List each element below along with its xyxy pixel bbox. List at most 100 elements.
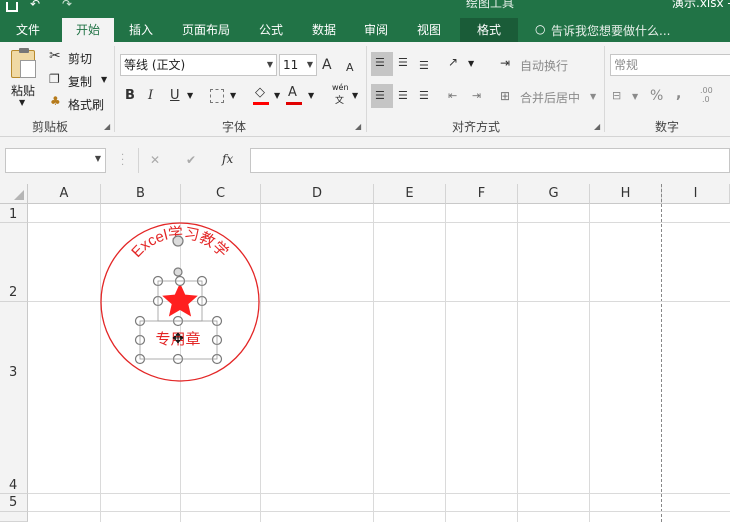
paste-icon[interactable] — [11, 48, 36, 78]
tab-format[interactable]: 格式 — [460, 18, 518, 42]
cut-button[interactable]: 剪切 — [68, 50, 92, 67]
col-header-c[interactable]: C — [181, 184, 261, 204]
underline-dropdown-icon[interactable]: ▼ — [187, 91, 193, 100]
scissors-icon[interactable]: ✂ — [49, 47, 61, 65]
copy-button[interactable]: 复制 — [68, 73, 92, 90]
enter-icon[interactable]: ✔ — [186, 153, 196, 167]
borders-dropdown-icon[interactable]: ▼ — [230, 91, 236, 100]
font-color-dropdown-icon[interactable]: ▼ — [308, 91, 314, 100]
font-color-swatch — [286, 102, 302, 105]
increase-decimal-button[interactable]: .00 — [700, 86, 713, 95]
undo-icon[interactable]: ↶ — [30, 0, 40, 11]
ribbon-home: 粘贴 ▼ ✂ 剪切 ❐ 复制 ▼ ♣ 格式刷 剪贴板 ◢ 等线 (正文) ▼ 11… — [0, 42, 730, 137]
orientation-icon[interactable]: ↗ — [448, 53, 458, 71]
font-size-select[interactable]: 11 ▼ — [279, 54, 317, 76]
format-painter-button[interactable]: 格式刷 — [68, 96, 104, 113]
grow-font-icon[interactable]: A — [322, 56, 332, 74]
underline-button[interactable]: U — [170, 87, 180, 105]
redo-icon[interactable]: ↷ — [62, 0, 72, 11]
font-color-icon[interactable]: A — [288, 84, 297, 102]
fill-color-dropdown-icon[interactable]: ▼ — [274, 91, 280, 100]
accounting-dropdown-icon[interactable]: ▼ — [632, 92, 638, 101]
tab-data[interactable]: 数据 — [302, 18, 346, 42]
italic-button[interactable]: I — [148, 87, 153, 105]
font-name-select[interactable]: 等线 (正文) ▼ — [120, 54, 277, 76]
row-header-1[interactable]: 1 — [0, 204, 28, 223]
select-all-corner[interactable] — [0, 184, 28, 204]
fill-color-icon[interactable]: ◇ — [255, 84, 265, 102]
alignment-launcher-icon[interactable]: ◢ — [594, 122, 600, 131]
align-center-icon[interactable]: ☰ — [398, 87, 408, 105]
contextual-tools-label: 绘图工具 — [466, 0, 515, 10]
percent-button[interactable]: % — [650, 88, 663, 104]
tab-insert[interactable]: 插入 — [118, 18, 164, 42]
formula-bar: ▼ · · · ✕ ✔ fx — [0, 137, 730, 184]
merge-center-button[interactable]: 合并后居中 — [520, 89, 580, 106]
tell-me-search[interactable]: 告诉我您想要做什么... — [551, 22, 670, 39]
paste-button[interactable]: 粘贴 — [11, 82, 35, 99]
name-box-dropdown-icon[interactable]: ▼ — [95, 154, 101, 163]
col-header-f[interactable]: F — [446, 184, 518, 204]
app-icon — [6, 2, 18, 12]
tab-formulas[interactable]: 公式 — [248, 18, 294, 42]
tab-page-layout[interactable]: 页面布局 — [172, 18, 240, 42]
font-group-label: 字体 — [222, 120, 247, 134]
col-header-h[interactable]: H — [590, 184, 662, 204]
accounting-icon[interactable]: ⊟ — [612, 87, 621, 105]
font-launcher-icon[interactable]: ◢ — [355, 122, 361, 131]
merge-center-icon[interactable]: ⊞ — [500, 87, 510, 105]
copy-dropdown-icon[interactable]: ▼ — [101, 75, 107, 84]
align-middle-icon[interactable]: ☰ — [398, 54, 408, 72]
font-name-value: 等线 (正文) — [124, 58, 186, 72]
cancel-icon[interactable]: ✕ — [150, 153, 160, 167]
name-box[interactable]: ▼ — [5, 148, 106, 173]
shrink-font-icon[interactable]: A — [346, 59, 354, 77]
orientation-dropdown-icon[interactable]: ▼ — [468, 59, 474, 68]
borders-icon[interactable] — [210, 89, 224, 103]
tab-view[interactable]: 视图 — [406, 18, 452, 42]
number-group-label: 数字 — [655, 120, 680, 134]
tab-home[interactable]: 开始 — [62, 18, 114, 42]
decrease-indent-icon[interactable]: ⇤ — [448, 87, 457, 105]
clipboard-group-label: 剪贴板 — [32, 120, 69, 134]
align-right-icon[interactable]: ☰ — [419, 87, 429, 105]
wrap-text-icon[interactable]: ⇥ — [500, 54, 510, 72]
align-bottom-icon[interactable]: ☰ — [419, 57, 429, 75]
increase-indent-icon[interactable]: ⇥ — [472, 87, 481, 105]
merge-dropdown-icon[interactable]: ▼ — [590, 92, 596, 101]
col-header-a[interactable]: A — [28, 184, 101, 204]
phonetic-char[interactable]: 文 — [335, 93, 344, 106]
paste-dropdown-icon[interactable]: ▼ — [19, 98, 25, 107]
seal-star-icon[interactable] — [162, 283, 198, 317]
ribbon-tabs: 文件 开始 插入 页面布局 公式 数据 审阅 视图 格式 ○ 告诉我您想要做什么… — [0, 18, 730, 42]
page-break-line — [661, 184, 662, 522]
row-header-4[interactable]: 4 — [0, 302, 28, 494]
formula-input[interactable] — [250, 148, 730, 173]
decrease-decimal-button[interactable]: .0 — [702, 95, 710, 104]
number-format-select[interactable]: 常规 — [610, 54, 730, 76]
col-header-e[interactable]: E — [374, 184, 446, 204]
row-header-5[interactable]: 5 — [0, 494, 28, 512]
phonetic-pinyin[interactable]: wén — [332, 83, 349, 92]
bold-button[interactable]: B — [125, 87, 135, 105]
tab-file[interactable]: 文件 — [4, 18, 52, 42]
copy-icon[interactable]: ❐ — [49, 70, 60, 88]
col-header-g[interactable]: G — [518, 184, 590, 204]
seal-drawing[interactable]: Excel学习教学 专用章 ✥ — [90, 214, 270, 394]
wrap-text-button[interactable]: 自动换行 — [520, 57, 568, 74]
number-format-value: 常规 — [614, 58, 639, 72]
insert-function-icon[interactable]: fx — [222, 152, 233, 166]
formula-bar-handle: · · · — [121, 150, 125, 171]
tab-review[interactable]: 审阅 — [354, 18, 398, 42]
clipboard-launcher-icon[interactable]: ◢ — [104, 122, 110, 131]
format-painter-icon[interactable]: ♣ — [50, 92, 61, 110]
worksheet-grid[interactable]: A B C D E F G H I 1 2 3 4 5 Excel学习教学 专用… — [0, 184, 730, 522]
phonetic-dropdown-icon[interactable]: ▼ — [352, 91, 358, 100]
col-header-b[interactable]: B — [101, 184, 181, 204]
row-header-6[interactable] — [0, 512, 28, 522]
row-header-2[interactable]: 2 — [0, 223, 28, 302]
comma-button[interactable]: , — [676, 86, 681, 102]
alignment-group-label: 对齐方式 — [452, 120, 501, 134]
col-header-i[interactable]: I — [662, 184, 730, 204]
col-header-d[interactable]: D — [261, 184, 374, 204]
